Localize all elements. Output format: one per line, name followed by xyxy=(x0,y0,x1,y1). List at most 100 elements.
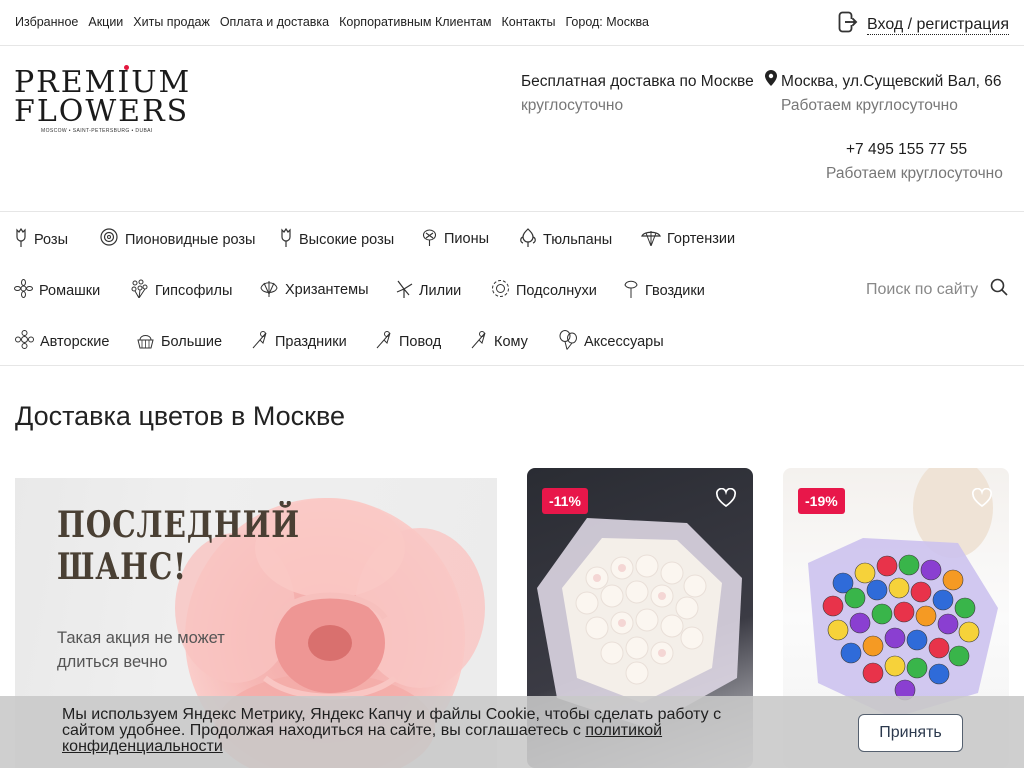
category-recipient[interactable]: Кому xyxy=(469,330,528,353)
cookie-banner: Мы используем Яндекс Метрику, Яндекс Кап… xyxy=(0,696,1024,768)
signature-bouquet-icon xyxy=(15,330,34,353)
search-icon[interactable] xyxy=(990,278,1008,301)
category-label: Розы xyxy=(34,231,69,248)
category-accessories[interactable]: Аксессуары xyxy=(558,330,664,354)
balloons-icon xyxy=(558,330,578,354)
phone-hours: Работаем круглосуточно xyxy=(826,165,1003,182)
cookie-text: Мы используем Яндекс Метрику, Яндекс Кап… xyxy=(62,707,752,755)
accept-cookies-button[interactable]: Принять xyxy=(858,714,963,752)
promo-title-line-1: ПОСЛЕДНИЙ xyxy=(57,504,301,546)
top-nav: Избранное Акции Хиты продаж Оплата и дос… xyxy=(15,15,649,29)
address-text[interactable]: Москва, ул.Сущевский Вал, 66 xyxy=(781,70,1002,94)
peony-rose-icon xyxy=(99,228,119,251)
top-nav-bestsellers[interactable]: Хиты продаж xyxy=(133,15,210,29)
logo[interactable]: PREMIUM FLOWERS MOSCOW • SAINT-PETERSBUR… xyxy=(14,65,192,134)
category-peonies[interactable]: Пионы xyxy=(421,228,489,250)
heart-icon xyxy=(971,487,993,512)
search-input[interactable]: Поиск по сайту xyxy=(866,281,978,299)
top-nav-payment-delivery[interactable]: Оплата и доставка xyxy=(220,15,329,29)
basket-icon xyxy=(136,330,155,353)
category-label: Высокие розы xyxy=(299,231,395,248)
category-daisies[interactable]: Ромашки xyxy=(14,279,100,302)
discount-badge: -19% xyxy=(798,488,845,514)
promo-subtitle-line-2: длиться вечно xyxy=(57,653,168,671)
category-label: Кому xyxy=(494,333,528,350)
peony-icon xyxy=(421,228,438,250)
location-pin-icon xyxy=(765,70,777,94)
category-gypsophila[interactable]: Гипсофилы xyxy=(130,279,232,302)
category-roses[interactable]: Розы xyxy=(14,227,69,251)
category-signature[interactable]: Авторские xyxy=(15,330,109,353)
category-peony-roses[interactable]: Пионовидные розы xyxy=(99,228,255,251)
address-info: Москва, ул.Сущевский Вал, 66 Работаем кр… xyxy=(765,70,1002,118)
sunflower-icon xyxy=(491,279,510,302)
login-link[interactable]: Вход / регистрация xyxy=(838,11,1009,38)
promo-subtitle-line-1: Такая акция не может xyxy=(57,629,225,647)
category-holidays[interactable]: Праздники xyxy=(250,330,347,353)
delivery-info: Бесплатная доставка по Москве круглосуто… xyxy=(521,70,754,118)
bouquet-icon xyxy=(374,330,393,353)
site-search[interactable]: Поиск по сайту xyxy=(866,278,1008,301)
category-label: Подсолнухи xyxy=(516,282,597,299)
top-nav-city[interactable]: Город: Москва xyxy=(566,15,649,29)
category-label: Пионы xyxy=(444,231,490,247)
category-lilies[interactable]: Лилии xyxy=(395,279,461,302)
top-nav-corporate[interactable]: Корпоративным Клиентам xyxy=(339,15,491,29)
category-large[interactable]: Большие xyxy=(136,330,222,353)
favorite-button[interactable] xyxy=(971,487,993,513)
category-label: Праздники xyxy=(275,333,347,350)
category-chrysanthemums[interactable]: Хризантемы xyxy=(259,279,369,301)
top-nav-favorites[interactable]: Избранное xyxy=(15,15,78,29)
category-label: Лилии xyxy=(419,282,462,299)
category-label: Гвоздики xyxy=(645,282,705,299)
category-label: Тюльпаны xyxy=(543,231,613,248)
category-label: Авторские xyxy=(40,333,110,350)
daisy-icon xyxy=(14,279,33,302)
address-hours: Работаем круглосуточно xyxy=(781,97,958,114)
category-sunflowers[interactable]: Подсолнухи xyxy=(491,279,597,302)
promo-title: ПОСЛЕДНИЙ ШАНС! xyxy=(57,504,300,588)
top-nav-contacts[interactable]: Контакты xyxy=(502,15,556,29)
heart-icon xyxy=(715,487,737,512)
login-label: Вход / регистрация xyxy=(867,15,1009,35)
lily-icon xyxy=(395,279,413,302)
delivery-label: Бесплатная доставка по Москве xyxy=(521,73,754,90)
category-occasion[interactable]: Повод xyxy=(374,330,441,353)
tulip-icon xyxy=(519,228,537,251)
category-hydrangeas[interactable]: Гортензии xyxy=(641,228,735,250)
category-tulips[interactable]: Тюльпаны xyxy=(519,228,612,251)
favorite-button[interactable] xyxy=(715,487,737,513)
chrysanthemum-icon xyxy=(259,279,279,301)
bouquet-icon xyxy=(250,330,269,353)
header: PREMIUM FLOWERS MOSCOW • SAINT-PETERSBUR… xyxy=(0,46,1024,212)
logo-line-1: PREMIUM xyxy=(14,65,192,100)
category-nav: Розы Пионовидные розы Высокие розы Пионы… xyxy=(0,212,1024,366)
top-bar: Избранное Акции Хиты продаж Оплата и дос… xyxy=(0,0,1024,46)
phone-number[interactable]: +7 495 155 77 55 xyxy=(826,138,1010,162)
category-carnations[interactable]: Гвоздики xyxy=(623,279,705,302)
login-icon xyxy=(838,11,858,38)
category-label: Аксессуары xyxy=(584,334,664,350)
category-label: Большие xyxy=(161,333,223,350)
phone-info: +7 495 155 77 55 Работаем круглосуточно xyxy=(826,138,1010,186)
rose-icon xyxy=(14,227,28,251)
discount-badge: -11% xyxy=(542,488,588,514)
promo-title-line-2: ШАНС! xyxy=(57,546,187,588)
logo-dot xyxy=(124,65,129,70)
page-title: Доставка цветов в Москве xyxy=(15,401,346,431)
delivery-hours: круглосуточно xyxy=(521,97,624,114)
category-label: Ромашки xyxy=(39,282,101,299)
hydrangea-icon xyxy=(641,228,661,250)
promo-subtitle: Такая акция не может длиться вечно xyxy=(57,626,225,674)
category-label: Гипсофилы xyxy=(155,282,233,299)
bouquet-icon xyxy=(469,330,488,353)
category-label: Гортензии xyxy=(667,231,736,247)
category-tall-roses[interactable]: Высокие розы xyxy=(279,227,395,251)
gypsophila-icon xyxy=(130,279,149,302)
category-label: Пионовидные розы xyxy=(125,231,256,248)
top-nav-promotions[interactable]: Акции xyxy=(88,15,123,29)
tall-rose-icon xyxy=(279,227,293,251)
logo-line-2: FLOWERS xyxy=(14,94,190,129)
category-label: Хризантемы xyxy=(285,282,369,298)
category-label: Повод xyxy=(399,333,442,350)
